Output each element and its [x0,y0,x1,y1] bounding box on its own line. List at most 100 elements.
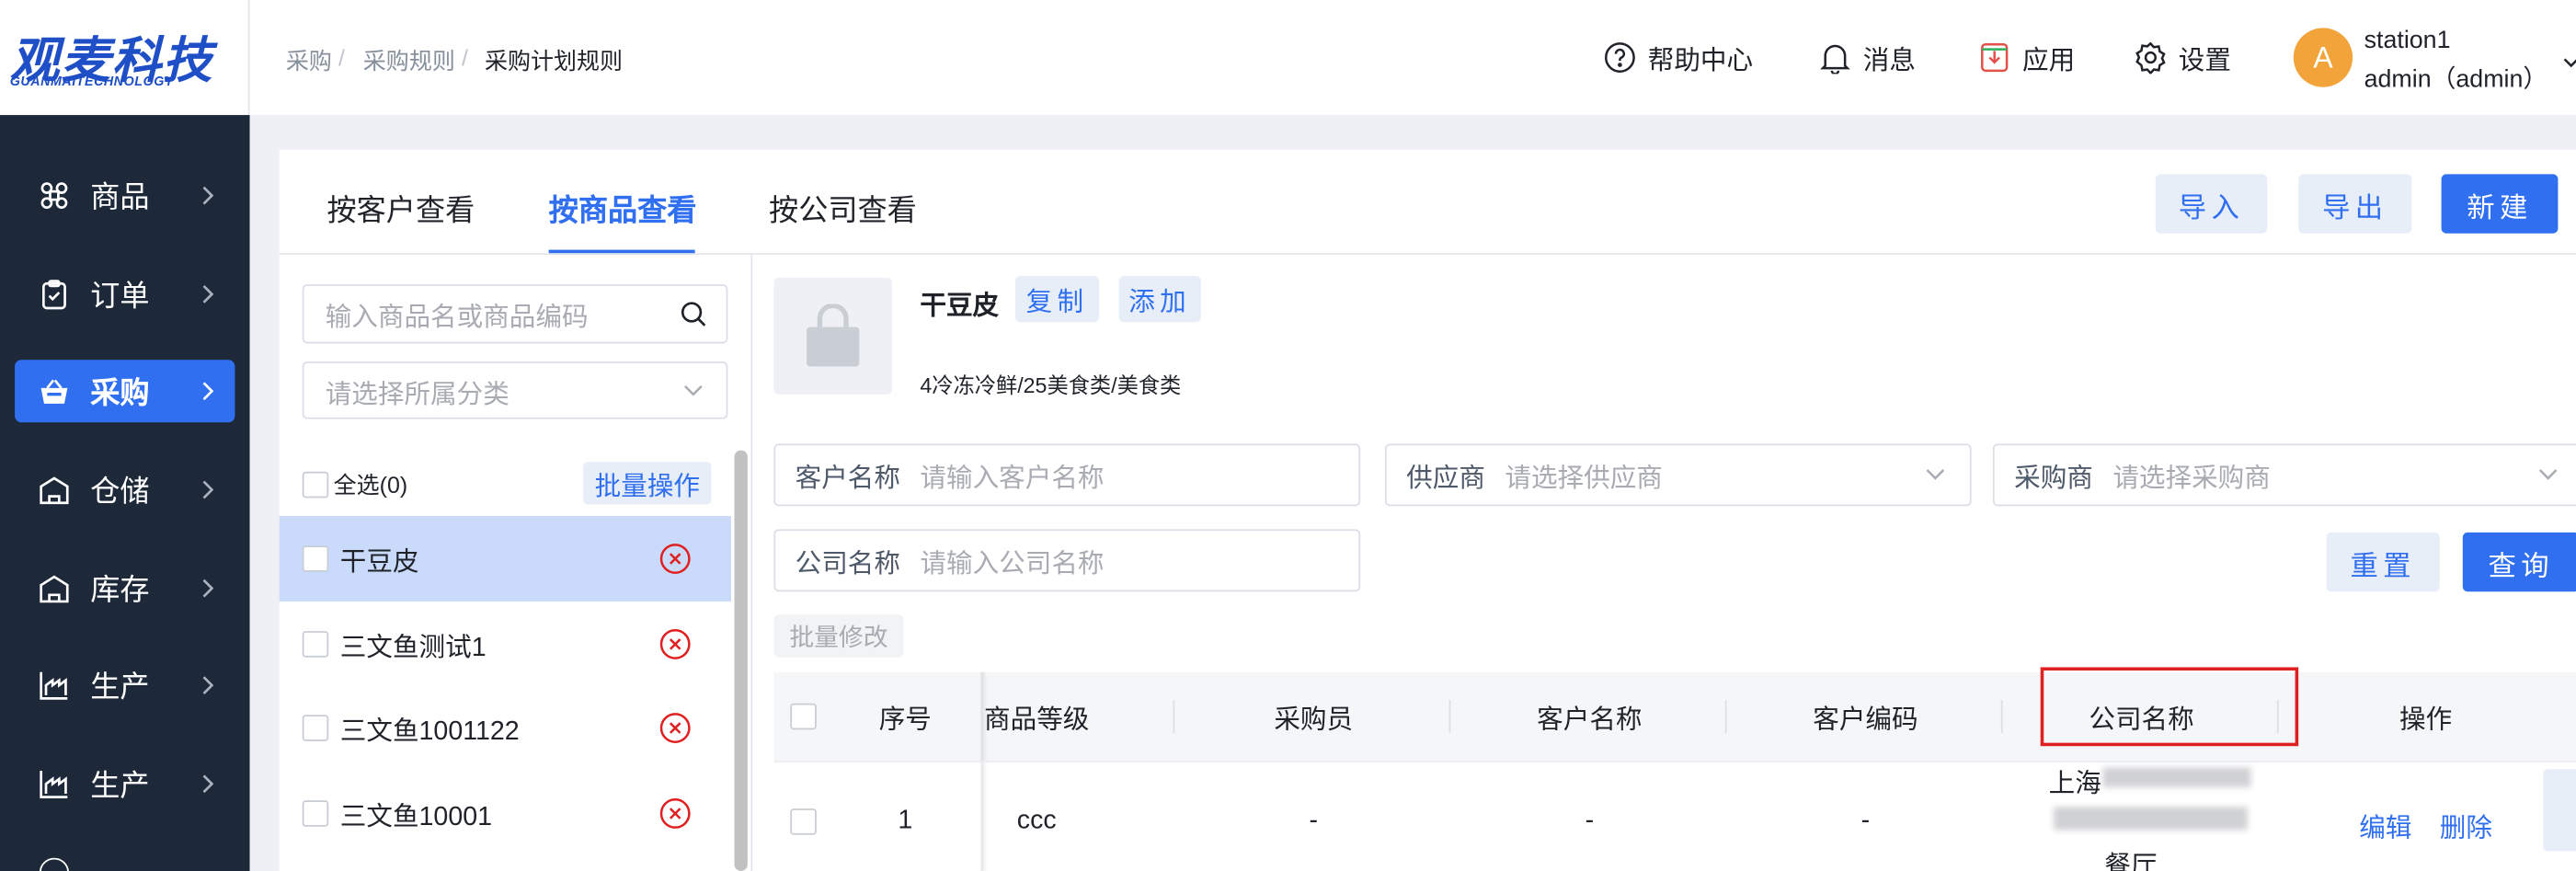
apps-label: 应用 [2022,47,2076,76]
command-icon [40,181,69,211]
column-header-index: 序号 [878,706,932,735]
tab-by-product[interactable]: 按商品查看 [549,188,697,230]
warehouse-icon [40,574,69,603]
list-item[interactable]: 三文鱼10001 [280,771,731,856]
sidebar-item-production-2[interactable]: 生产 [15,752,235,815]
redacted-text [2102,767,2251,787]
company-name-suffix: 餐厅 [2104,853,2158,871]
list-item[interactable]: 三文鱼测试1 [280,602,731,687]
import-button[interactable]: 导入 [2155,174,2268,234]
row-more-button[interactable] [2543,769,2576,852]
delete-circle-icon[interactable] [658,712,692,745]
product-name: 三文鱼10001 [339,803,493,832]
customer-name-field[interactable]: 客户名称 请输入客户名称 [773,443,1361,507]
delete-link[interactable]: 删除 [2440,806,2492,845]
purchaser-select[interactable]: 采购商 请选择采购商 [1992,443,2576,507]
product-search-input[interactable]: 输入商品名或商品编码 [302,284,728,344]
avatar[interactable]: A [2293,28,2353,87]
delete-circle-icon[interactable] [658,628,692,661]
chevron-right-icon [199,676,215,694]
chevron-down-icon[interactable] [2563,50,2576,79]
cell-customer-code: - [1860,807,1871,835]
query-button[interactable]: 查询 [2462,532,2576,592]
copy-button[interactable]: 复制 [1014,276,1100,323]
tab-by-customer[interactable]: 按客户查看 [326,188,475,230]
reset-button[interactable]: 重置 [2326,532,2440,592]
sidebar-item-label: 采购 [90,376,150,409]
list-scrollbar[interactable] [734,450,748,871]
field-label: 公司名称 [795,550,900,579]
company-name-field[interactable]: 公司名称 请输入公司名称 [773,529,1361,592]
category-select[interactable]: 请选择所属分类 [302,361,728,419]
sidebar-item-production[interactable]: 生产 [15,654,235,716]
logo[interactable]: 观麦科技 GUANMAITECHNOLOGY [0,0,250,116]
field-placeholder: 请输入客户名称 [920,464,1105,494]
product-image [773,277,893,395]
chevron-right-icon [199,382,215,401]
header-checkbox[interactable] [790,672,817,761]
bell-icon [1819,41,1852,74]
checkbox[interactable] [302,471,329,499]
sidebar-item-label: 库存 [90,573,150,607]
delete-circle-icon[interactable] [658,797,692,831]
select-all-checkbox[interactable]: 全选(0) [302,468,407,501]
batch-operations-button[interactable]: 批量操作 [583,462,712,505]
breadcrumb-item[interactable]: 采购 [286,44,332,77]
create-button[interactable]: 新建 [2441,174,2559,234]
list-item[interactable]: 干豆皮 [279,516,731,602]
checkbox[interactable] [302,631,329,658]
cell-customer: - [1585,807,1595,835]
column-divider [2000,700,2003,733]
sidebar-item-storage[interactable]: 仓储 [15,459,235,521]
sidebar-item-purchase[interactable]: 采购 [15,360,235,423]
export-button[interactable]: 导出 [2298,174,2412,234]
breadcrumb-current: 采购计划规则 [484,47,624,74]
column-divider [1448,700,1451,733]
chevron-right-icon [199,774,215,794]
sidebar-item-label: 仓储 [90,475,150,509]
column-header-customer: 客户名称 [1537,706,1643,735]
field-label: 供应商 [1406,464,1485,494]
apps-button[interactable]: 应用 [1978,40,2075,75]
chevron-down-icon [1924,464,1947,487]
user-name: admin（admin） [2364,65,2548,94]
basket-icon [40,376,69,406]
help-center-button[interactable]: 帮助中心 [1604,40,1754,76]
breadcrumb-separator: / [461,44,468,71]
column-divider [1724,700,1727,733]
highlight-annotation [2040,667,2299,747]
checkbox[interactable] [302,715,329,741]
supplier-select[interactable]: 供应商 请选择供应商 [1384,443,1972,507]
column-divider [1173,700,1175,733]
chevron-right-icon [199,284,215,304]
add-button[interactable]: 添加 [1118,276,1201,323]
edit-link[interactable]: 编辑 [2359,806,2411,845]
checkbox[interactable] [302,800,329,827]
sidebar-item-orders[interactable]: 订单 [15,263,235,326]
search-icon[interactable] [681,301,707,327]
sidebar-item-label: 商品 [90,180,150,214]
delete-circle-icon[interactable] [658,543,692,576]
checkbox[interactable] [302,545,329,572]
row-divider [773,761,2576,763]
batch-edit-button[interactable]: 批量修改 [773,614,904,658]
tab-by-company[interactable]: 按公司查看 [769,188,917,230]
settings-button[interactable]: 设置 [2135,40,2231,75]
help-center-label: 帮助中心 [1647,47,1754,76]
table-header: 序号 商品等级 采购员 客户名称 客户编码 公司名称 操作 [773,671,2576,762]
breadcrumb-item[interactable]: 采购规则 [363,44,455,77]
column-header-actions: 操作 [2399,706,2453,735]
breadcrumb-separator: / [338,44,345,71]
field-placeholder: 请选择供应商 [1505,464,1663,494]
list-item[interactable]: 三文鱼1001122 [280,685,731,771]
sidebar-item-goods[interactable]: 商品 [15,165,235,227]
fixed-column-shadow [980,671,988,871]
field-placeholder: 请选择采购商 [2112,464,2271,494]
chevron-right-icon [199,579,215,598]
messages-button[interactable]: 消息 [1819,40,1916,75]
logo-subtext: GUANMAITECHNOLOGY [9,74,174,89]
row-checkbox[interactable] [790,808,817,835]
sidebar-item-inventory[interactable]: 库存 [15,557,235,620]
app-download-icon [1978,41,2011,74]
company-name-prefix: 上海 [2048,771,2101,799]
